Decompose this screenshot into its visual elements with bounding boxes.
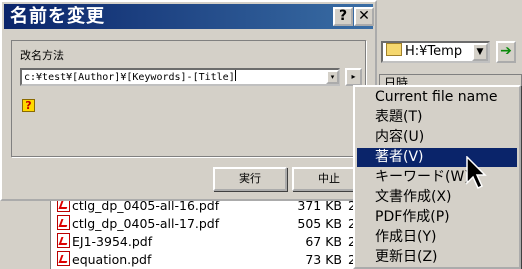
file-name: equation.pdf: [72, 252, 152, 267]
go-arrow-icon[interactable]: ➔: [496, 41, 516, 63]
file-row[interactable]: EJ1-3954.pdf 67 KB 2: [57, 233, 368, 250]
file-size: 73 KB: [305, 252, 342, 267]
file-name: ctlg_dp_0405-all-17.pdf: [72, 216, 220, 231]
field-context-menu: Current file name 表題(T) 内容(U) 著者(V) キーワード(W)…: [353, 85, 521, 269]
menu-item[interactable]: Current file name: [357, 88, 517, 107]
group-label: 改名方法: [20, 49, 64, 62]
rename-pattern-input[interactable]: c:¥test¥[Author]¥[Keywords]-[Title]: [20, 68, 340, 86]
pattern-text: c:¥test¥[Author]¥[Keywords]-[Title]: [24, 72, 235, 83]
pdf-file-icon: [57, 251, 70, 266]
file-name: EJ1-3954.pdf: [72, 234, 153, 249]
rename-method-group: 改名方法 c:¥test¥[Author]¥[Keywords]-[Title]…: [11, 40, 366, 157]
menu-item[interactable]: 表題(T): [357, 108, 517, 127]
menu-item[interactable]: PDF作成(P): [357, 208, 517, 227]
rename-dialog: 名前を変更 ? ✕ 改名方法 c:¥test¥[Author]¥[Keyword…: [0, 0, 377, 201]
pdf-file-icon: [57, 215, 70, 230]
close-button[interactable]: ✕: [354, 7, 374, 26]
text-caret: [234, 70, 236, 81]
insert-field-arrow-button[interactable]: ▸: [345, 68, 362, 86]
help-button[interactable]: ?: [333, 7, 353, 26]
path-text: H:¥Temp: [405, 44, 463, 59]
menu-item[interactable]: キーワード(W): [357, 168, 517, 187]
menu-item[interactable]: 文書作成(X): [357, 188, 517, 207]
folder-icon: [386, 43, 402, 56]
dialog-titlebar[interactable]: 名前を変更 ? ✕: [4, 4, 374, 29]
question-icon[interactable]: ?: [22, 99, 35, 112]
file-list: ctlg_dp_0405-all-16.pdf 371 KB 2 ctlg_dp_04…: [50, 196, 361, 269]
file-size: 505 KB: [297, 216, 342, 231]
menu-item[interactable]: 内容(U): [357, 128, 517, 147]
file-row[interactable]: ctlg_dp_0405-all-17.pdf 505 KB 2: [57, 215, 368, 232]
menu-item[interactable]: 著者(V): [357, 148, 517, 167]
dialog-title: 名前を変更: [10, 6, 105, 27]
pattern-history-dropdown[interactable]: ▾: [326, 70, 339, 84]
pdf-file-icon: [57, 233, 70, 248]
mouse-pointer-icon: [466, 156, 487, 190]
path-dropdown-button[interactable]: ▼: [472, 43, 488, 61]
menu-item[interactable]: 作成日(Y): [357, 228, 517, 247]
run-button[interactable]: 実行: [213, 167, 287, 191]
file-row[interactable]: equation.pdf 73 KB 2: [57, 251, 368, 268]
menu-item[interactable]: 更新日(Z): [357, 248, 517, 267]
file-size: 67 KB: [305, 234, 342, 249]
